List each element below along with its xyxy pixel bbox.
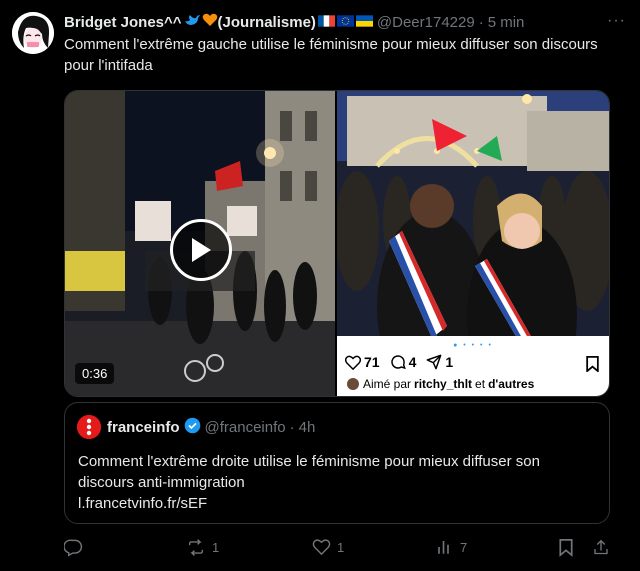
comment-icon: [390, 355, 406, 370]
bird-icon: [184, 13, 200, 31]
ukraine-flag-icon: [355, 14, 373, 31]
separator: ·: [478, 13, 484, 31]
carousel-dots: ● • • • •: [453, 342, 493, 349]
video-thumbnail[interactable]: 0:36: [65, 91, 335, 396]
quote-timestamp[interactable]: 4h: [299, 419, 316, 436]
play-button[interactable]: [170, 219, 232, 281]
franceinfo-logo: [77, 415, 101, 439]
liked-user[interactable]: ritchy_thlt: [414, 377, 472, 391]
play-icon: [192, 238, 211, 262]
quote-display-name[interactable]: franceinfo: [107, 419, 180, 436]
display-name[interactable]: Bridget Jones^^: [64, 14, 182, 31]
video-duration: 0:36: [75, 363, 115, 384]
views-button[interactable]: 7: [436, 538, 467, 556]
avatar[interactable]: [12, 12, 54, 54]
orange-heart-icon: [202, 13, 218, 31]
timestamp[interactable]: 5 min: [488, 14, 525, 31]
more-options-icon[interactable]: ···: [607, 12, 626, 30]
liked-by: Aimé par ritchy_thlt et d'autres: [347, 377, 537, 391]
ig-like-count: 71: [364, 354, 380, 370]
reply-icon: [64, 539, 83, 557]
instagram-actions: 71 4 1: [345, 354, 463, 370]
liked-suffix[interactable]: d'autres: [488, 377, 534, 391]
reply-button[interactable]: [64, 538, 89, 557]
ig-like[interactable]: 71: [345, 354, 380, 370]
quote-header: franceinfo @franceinfo · 4h: [77, 415, 315, 439]
like-count: 1: [337, 539, 345, 555]
action-bar: 1 1 7: [64, 538, 612, 560]
heart-icon: [345, 355, 361, 370]
views-count: 7: [460, 539, 468, 555]
ig-share-count: 1: [445, 354, 454, 370]
retweet-button[interactable]: 1: [186, 538, 219, 557]
ig-comment[interactable]: 4: [390, 354, 417, 370]
retweet-count: 1: [212, 540, 220, 555]
liker-avatar: [347, 378, 359, 390]
instagram-photo[interactable]: ● • • • • 71 4 1 Aimé par ritchy_thlt et…: [337, 91, 609, 396]
bookmark-button[interactable]: [558, 538, 580, 557]
avatar-illustration: [12, 12, 54, 54]
france-flag-icon: [317, 14, 335, 31]
liked-middle: et: [475, 377, 486, 391]
views-icon: [438, 541, 449, 554]
protest-photo-scene: [337, 91, 609, 396]
eu-flag-icon: [336, 14, 354, 31]
quote-line-2: discours anti-immigration: [78, 474, 245, 491]
heart-icon: [312, 539, 331, 556]
quote-line-1: Comment l'extrême droite utilise le fémi…: [78, 453, 540, 470]
display-name-suffix[interactable]: (Journalisme): [218, 14, 316, 31]
verified-badge-icon: [184, 417, 201, 438]
tweet[interactable]: Bridget Jones^^ (Journalisme) @Deer17422…: [0, 0, 640, 571]
tweet-header: Bridget Jones^^ (Journalisme) @Deer17422…: [64, 12, 626, 32]
quote-link[interactable]: l.francetvinfo.fr/sEF: [78, 493, 598, 514]
quote-separator: ·: [289, 418, 295, 436]
liked-prefix: Aimé par: [363, 377, 412, 391]
instagram-footer: ● • • • • 71 4 1 Aimé par ritchy_thlt et…: [337, 336, 609, 396]
bookmark-icon[interactable]: [586, 356, 599, 377]
share-button[interactable]: [592, 538, 616, 557]
tweet-text: Comment l'extrême gauche utilise le fémi…: [64, 36, 598, 74]
ig-comment-count: 4: [408, 354, 417, 370]
quoted-tweet[interactable]: franceinfo @franceinfo · 4h Comment l'ex…: [64, 402, 610, 524]
like-button[interactable]: 1: [312, 538, 344, 556]
quote-handle[interactable]: @franceinfo: [205, 419, 286, 436]
handle[interactable]: @Deer174229: [377, 14, 475, 31]
bookmark-icon: [559, 539, 573, 557]
quote-text: Comment l'extrême droite utilise le fémi…: [78, 451, 598, 514]
share-icon: [594, 539, 608, 555]
send-icon: [426, 354, 442, 370]
media-grid: 0:36 ● • • • • 71 4 1 Aimé par ritchy_th…: [64, 90, 610, 397]
ig-share[interactable]: 1: [426, 354, 453, 370]
retweet-icon: [188, 539, 204, 556]
